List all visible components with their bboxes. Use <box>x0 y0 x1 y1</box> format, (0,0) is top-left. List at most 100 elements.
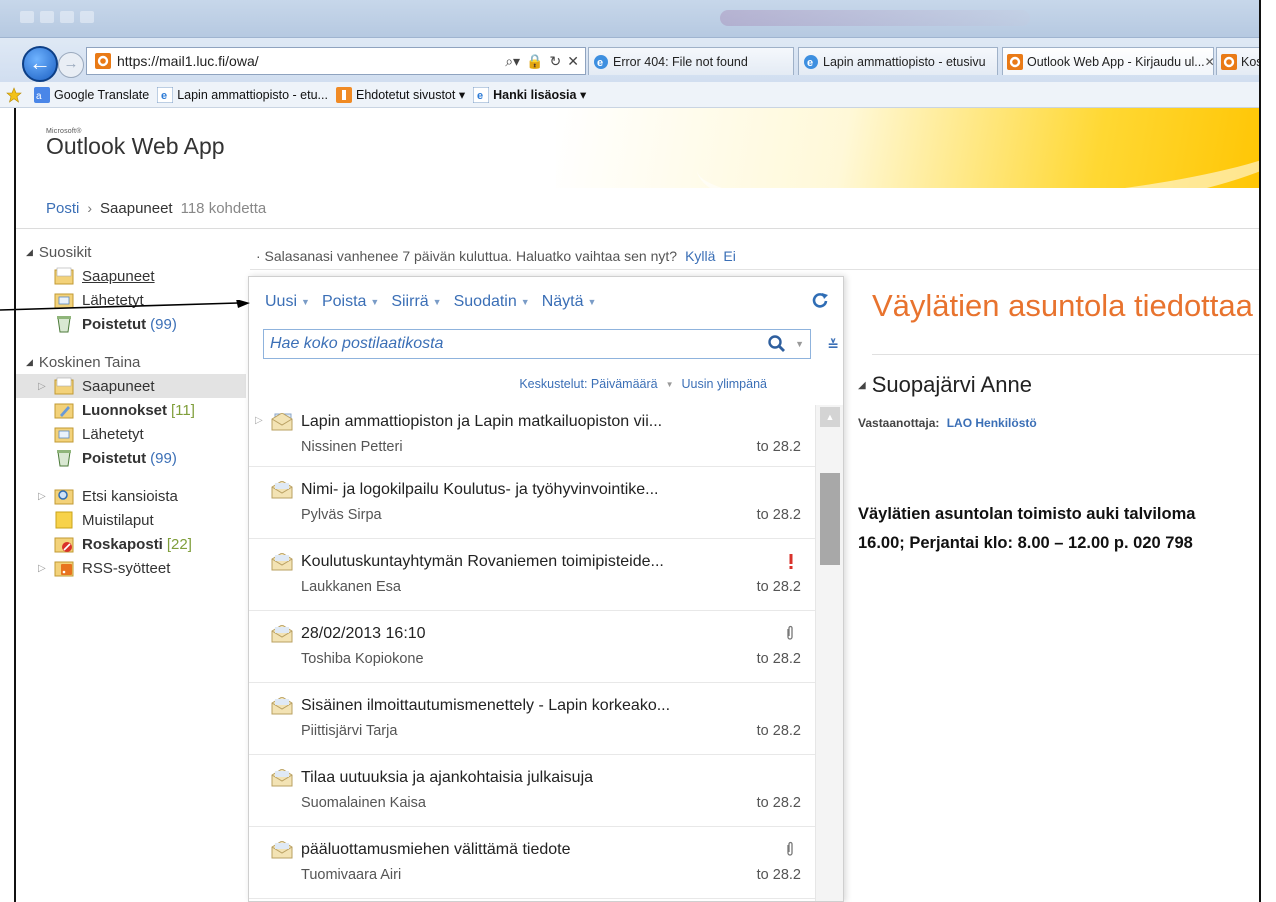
search-input[interactable] <box>264 335 768 353</box>
ie-page-icon: e <box>157 86 174 103</box>
sort-order-link[interactable]: Uusin ylimpänä <box>682 377 767 391</box>
message-subject: Koulutuskuntayhtymän Rovaniemen toimipis… <box>301 553 664 570</box>
delete-button[interactable]: Poista ▼ <box>322 293 379 311</box>
paperclip-icon <box>787 625 793 640</box>
ie-page-icon: e <box>473 86 490 103</box>
address-bar[interactable]: https://mail1.luc.fi/owa/ ⌕▾ 🔒 ↻ ✕ <box>86 47 586 75</box>
message-row[interactable]: Koulutuskuntayhtymän Rovaniemen toimipis… <box>249 539 815 611</box>
breadcrumb-root[interactable]: Posti <box>46 200 79 217</box>
search-dropdown-icon[interactable]: ⌕▾ <box>505 53 520 70</box>
group-label: Suosikit <box>38 243 92 261</box>
refresh-icon[interactable] <box>811 291 829 309</box>
fav-hanki-lisaosia[interactable]: e Hanki lisäosia ▾ <box>473 86 586 103</box>
rss-folder-icon <box>54 561 74 577</box>
chevron-down-icon[interactable]: ▼ <box>521 297 530 307</box>
chevron-down-icon[interactable]: ▼ <box>433 297 442 307</box>
collapse-triangle-icon[interactable]: ◢ <box>26 357 33 368</box>
drafts-folder-icon <box>54 403 74 419</box>
sidebar-item-poistetut-fav[interactable]: Poistetut (99) <box>16 312 246 336</box>
message-list-scrollbar[interactable]: ▲ <box>815 405 843 901</box>
expand-arrow-icon[interactable]: ▷ <box>38 563 46 574</box>
sidebar-item-poistetut[interactable]: Poistetut (99) <box>16 446 246 470</box>
brand-name: Outlook Web App <box>46 133 225 159</box>
fav-ehdotetut-sivustot[interactable]: Ehdotetut sivustot ▾ <box>335 86 465 103</box>
view-button[interactable]: Näytä ▼ <box>542 293 597 311</box>
tab-error-404[interactable]: e Error 404: File not found <box>588 47 794 75</box>
move-button[interactable]: Siirrä ▼ <box>391 293 441 311</box>
message-row[interactable]: Sisäinen ilmoittautumismenettely - Lapin… <box>249 683 815 755</box>
recipient-link[interactable]: LAO Henkilöstö <box>947 416 1037 430</box>
sidebar-item-rss-syotteet[interactable]: ▷ RSS-syötteet <box>16 556 246 580</box>
collapse-triangle-icon[interactable]: ◢ <box>858 380 866 391</box>
favorites-star-icon[interactable] <box>6 86 26 103</box>
sidebar-item-lahetetyt[interactable]: Lähetetyt <box>16 422 246 446</box>
ie-page-icon: e <box>594 54 608 69</box>
expand-arrow-icon[interactable]: ▷ <box>255 415 263 426</box>
back-button[interactable]: ← <box>22 46 58 82</box>
expand-arrow-icon[interactable]: ▷ <box>38 491 46 502</box>
chevron-down-icon[interactable]: ▼ <box>587 297 596 307</box>
search-box[interactable]: ▼ <box>263 329 811 359</box>
message-subject: Tilaa uutuuksia ja ajankohtaisia julkais… <box>301 769 594 786</box>
notes-icon <box>55 511 73 529</box>
sidebar-item-etsi-kansioista[interactable]: ▷ Etsi kansioista <box>16 484 246 508</box>
sidebar-item-saapuneet-fav[interactable]: Saapuneet <box>16 264 246 288</box>
sort-by-link[interactable]: Keskustelut: Päivämäärä <box>519 377 657 391</box>
close-tab-icon[interactable]: ✕ <box>1205 55 1213 69</box>
sidebar-item-label: Muistilaput <box>82 511 154 529</box>
sidebar-item-muistilaput[interactable]: Muistilaput <box>16 508 246 532</box>
message-row[interactable]: 28/02/2013 16:10 Toshiba Kopiokone to 28… <box>249 611 815 683</box>
message-row[interactable]: ▷ Lapin ammattiopiston ja Lapin matkailu… <box>249 405 815 467</box>
message-subject: pääluottamusmiehen välittämä tiedote <box>301 841 571 858</box>
double-chevron-down-icon[interactable]: ≚ <box>827 337 839 354</box>
search-options-chevron-icon[interactable]: ▼ <box>795 339 804 349</box>
filter-button[interactable]: Suodatin ▼ <box>454 293 530 311</box>
envelope-icon <box>271 625 293 643</box>
lock-icon[interactable]: 🔒 <box>526 53 543 70</box>
notice-no-link[interactable]: Ei <box>723 248 735 264</box>
message-row[interactable]: Tilaa uutuuksia ja ajankohtaisia julkais… <box>249 755 815 827</box>
sender-heading[interactable]: ◢ Suopajärvi Anne <box>858 372 1032 398</box>
scrollbar-thumb[interactable] <box>820 473 840 565</box>
sidebar-item-roskaposti[interactable]: Roskaposti [22] <box>16 532 246 556</box>
scroll-up-icon[interactable]: ▲ <box>820 407 840 427</box>
notice-yes-link[interactable]: Kyllä <box>685 248 715 264</box>
message-row[interactable]: pääluottamusmiehen välittämä tiedote Tuo… <box>249 827 815 899</box>
tab-outlook-web-app[interactable]: Outlook Web App - Kirjaudu ul... ✕ <box>1002 47 1214 75</box>
chevron-down-icon[interactable]: ▼ <box>370 297 379 307</box>
new-label: Uusi <box>265 293 298 310</box>
message-date: to 28.2 <box>756 795 801 811</box>
refresh-page-icon[interactable]: ↻ <box>550 53 562 70</box>
svg-text:e: e <box>807 57 813 69</box>
search-icon[interactable] <box>767 334 787 354</box>
stop-icon[interactable]: ✕ <box>567 53 579 70</box>
mailbox-group[interactable]: ◢ Koskinen Taina <box>16 350 246 374</box>
sidebar-item-label: Saapuneet <box>82 377 155 395</box>
sidebar-item-label: Saapuneet <box>82 267 155 285</box>
message-sender: Pylväs Sirpa <box>301 507 382 523</box>
tab-lapin-ammattiopisto[interactable]: e Lapin ammattiopisto - etusivu <box>798 47 998 75</box>
expand-arrow-icon[interactable]: ▷ <box>38 381 46 392</box>
sidebar-item-saapuneet[interactable]: ▷ Saapuneet <box>16 374 246 398</box>
forward-button[interactable]: → <box>58 52 84 78</box>
address-url[interactable]: https://mail1.luc.fi/owa/ <box>117 53 505 69</box>
view-label: Näytä <box>541 293 584 310</box>
high-importance-icon <box>789 554 793 569</box>
chevron-down-icon[interactable]: ▼ <box>301 297 310 307</box>
sidebar-item-label: Luonnokset <box>82 401 167 419</box>
sender-name[interactable]: Suopajärvi Anne <box>872 372 1032 398</box>
message-sender: Tuomivaara Airi <box>301 867 402 883</box>
fav-google-translate[interactable]: a Google Translate <box>34 86 149 103</box>
chevron-down-icon[interactable]: ▼ <box>666 380 674 389</box>
favorites-group[interactable]: ◢ Suosikit <box>16 240 246 264</box>
collapse-triangle-icon[interactable]: ◢ <box>26 247 33 258</box>
browser-titlebar <box>0 0 1276 38</box>
fav-lapin-ammattiopisto[interactable]: e Lapin ammattiopisto - etu... <box>157 86 328 103</box>
svg-text:e: e <box>597 57 603 69</box>
new-button[interactable]: Uusi ▼ <box>265 293 310 311</box>
mail-toolbar: Uusi ▼ Poista ▼ Siirrä ▼ Suodatin ▼ Näytä ▼ <box>265 293 596 311</box>
sidebar-item-luonnokset[interactable]: Luonnokset [11] <box>16 398 246 422</box>
sidebar-item-label: Lähetetyt <box>82 425 144 443</box>
owa-header: Microsoft® Outlook Web App <box>0 108 1276 188</box>
message-row[interactable]: Nimi- ja logokilpailu Koulutus- ja työhy… <box>249 467 815 539</box>
